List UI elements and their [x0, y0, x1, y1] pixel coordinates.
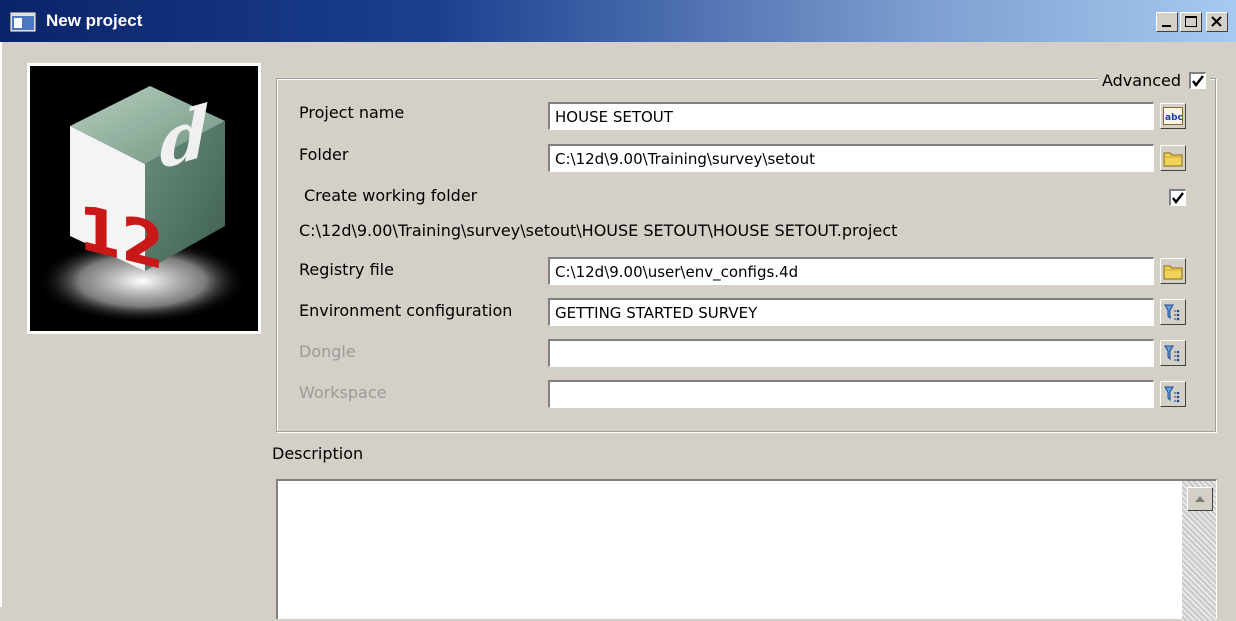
logo-text-d: d [160, 89, 209, 185]
window-title: New project [46, 11, 143, 30]
window-icon [9, 11, 37, 33]
folder-browse-button[interactable] [1160, 145, 1186, 171]
project-path-text: C:\12d\9.00\Training\survey\setout\HOUSE… [299, 221, 898, 240]
minimize-button[interactable] [1156, 12, 1178, 32]
description-scrollbar[interactable] [1182, 481, 1216, 621]
checkmark-icon [1172, 192, 1184, 204]
environment-configuration-label: Environment configuration [299, 301, 513, 320]
advanced-checkbox[interactable] [1189, 71, 1206, 89]
project-name-input[interactable]: HOUSE SETOUT [548, 102, 1154, 130]
folder-input[interactable]: C:\12d\9.00\Training\survey\setout [548, 144, 1154, 172]
svg-text:abc: abc [1165, 113, 1183, 123]
title-bar[interactable]: New project [0, 0, 1236, 42]
folder-icon [1163, 265, 1183, 279]
dongle-list-button[interactable] [1160, 340, 1186, 366]
tree-list-icon [1164, 345, 1180, 362]
workspace-input[interactable] [548, 380, 1154, 408]
project-name-label: Project name [299, 103, 405, 122]
folder-label: Folder [299, 145, 349, 164]
arrow-up-icon [1195, 496, 1205, 502]
advanced-toggle[interactable]: Advanced [1097, 68, 1210, 92]
registry-file-input[interactable]: C:\12d\9.00\user\env_configs.4d [548, 257, 1154, 285]
tree-list-icon [1164, 386, 1180, 403]
tree-list-icon [1164, 304, 1180, 321]
create-working-folder-checkbox[interactable] [1169, 189, 1186, 206]
close-button[interactable] [1206, 12, 1228, 32]
workspace-label: Workspace [299, 383, 387, 402]
window-border [0, 42, 2, 607]
environment-list-button[interactable] [1160, 299, 1186, 325]
description-label: Description [272, 444, 364, 463]
registry-file-label: Registry file [299, 260, 394, 279]
project-settings-group [276, 78, 1216, 432]
dongle-input[interactable] [548, 339, 1154, 367]
maximize-button[interactable] [1180, 12, 1202, 32]
checkmark-icon [1192, 74, 1204, 87]
maximize-icon [1185, 16, 1197, 27]
environment-configuration-input[interactable]: GETTING STARTED SURVEY [548, 298, 1154, 326]
registry-browse-button[interactable] [1160, 258, 1186, 284]
create-working-folder-label: Create working folder [304, 186, 478, 205]
scroll-up-button[interactable] [1187, 487, 1213, 511]
description-textarea[interactable] [276, 479, 1217, 621]
dongle-label: Dongle [299, 342, 356, 361]
advanced-label: Advanced [1101, 70, 1181, 90]
abc-icon: abc [1163, 107, 1183, 125]
minimize-icon [1162, 25, 1171, 27]
workspace-list-button[interactable] [1160, 381, 1186, 407]
app-logo: 12 d [27, 63, 261, 334]
folder-icon [1163, 152, 1183, 166]
text-edit-button[interactable]: abc [1160, 103, 1186, 129]
close-icon [1211, 16, 1222, 27]
